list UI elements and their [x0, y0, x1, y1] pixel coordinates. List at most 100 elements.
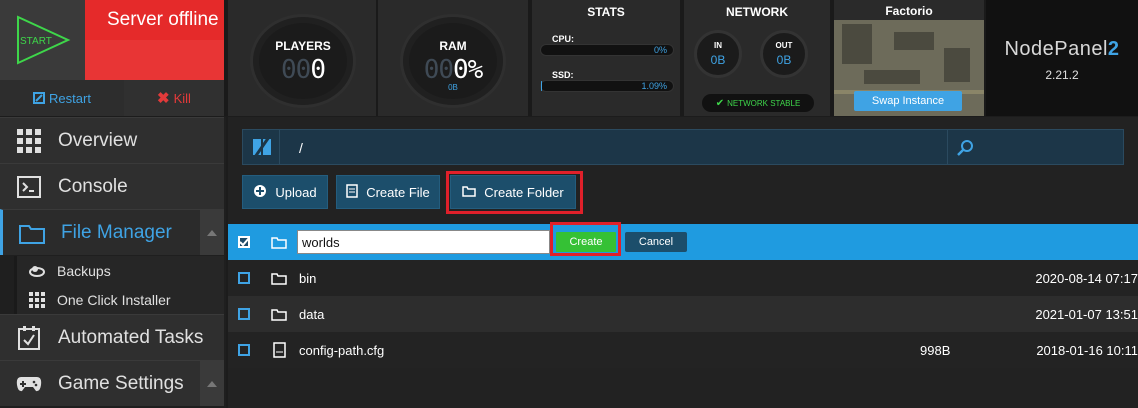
grid-icon — [17, 291, 57, 308]
game-title: Factorio — [834, 0, 984, 20]
path-bar: / — [242, 129, 1124, 165]
table-row[interactable]: data 2021-01-07 13:51 — [228, 296, 1138, 332]
swap-instance-button[interactable]: Swap Instance — [854, 91, 962, 111]
folder-icon — [270, 269, 288, 287]
players-gauge: PLAYERS 000 — [250, 14, 356, 108]
players-count: 0 — [310, 55, 326, 85]
top-bar: START Server offline Restart ✖ Kill PLAY… — [0, 0, 1138, 116]
cpu-label: CPU: — [552, 34, 574, 44]
restart-button[interactable]: Restart — [0, 80, 124, 116]
cpu-value: 0% — [653, 45, 667, 55]
ram-sub: 0B — [448, 83, 458, 92]
upload-label: Upload — [275, 184, 317, 200]
network-out: OUT 0B — [760, 30, 808, 78]
check-icon: ✔ — [715, 97, 725, 109]
brand-suffix: 2 — [1107, 38, 1120, 60]
row-checkbox[interactable] — [238, 344, 250, 356]
stats-panel: STATS CPU: 0% SSD: 1.09% — [532, 0, 680, 116]
ram-value: 000% — [403, 55, 503, 85]
play-icon: START — [16, 15, 70, 65]
upload-button[interactable]: Upload — [242, 175, 328, 209]
network-status-badge: ✔ NETWORK STABLE — [702, 94, 814, 112]
network-out-label: OUT — [775, 41, 793, 50]
new-folder-name-input[interactable] — [297, 230, 550, 254]
players-label: PLAYERS — [275, 39, 331, 53]
server-status-text: Server offline — [107, 9, 219, 30]
restart-icon — [33, 92, 46, 104]
plus-circle-icon — [253, 184, 267, 201]
network-title: NETWORK — [726, 5, 788, 19]
file-date: 2020-08-14 07:17 — [1035, 270, 1138, 286]
sidebar-item-game-settings[interactable]: Game Settings — [0, 360, 224, 406]
folder-icon — [3, 222, 61, 244]
sidebar-item-label: Automated Tasks — [58, 326, 204, 348]
table-row[interactable]: bin 2020-08-14 07:17 — [228, 260, 1138, 296]
sidebar-item-label: Overview — [58, 129, 138, 151]
ssd-label: SSD: — [552, 70, 574, 80]
sidebar-item-automated-tasks[interactable]: Automated Tasks — [0, 314, 224, 360]
network-status-text: NETWORK STABLE — [727, 98, 801, 108]
cloud-icon — [17, 265, 57, 277]
ram-dim-digits: 00 — [423, 55, 454, 85]
new-folder-row: Create Cancel — [228, 224, 1138, 260]
file-icon — [346, 183, 358, 201]
game-panel: Factorio Swap Instance — [834, 0, 984, 116]
restart-label: Restart — [49, 90, 91, 106]
stats-title: STATS — [587, 5, 625, 19]
file-manager-main: / Upload Create File Create Folder world… — [228, 117, 1138, 408]
file-size: 998B — [920, 342, 951, 358]
path-input[interactable]: / — [299, 130, 303, 164]
file-icon — [270, 341, 288, 359]
kill-button[interactable]: ✖ Kill — [124, 80, 224, 116]
brand-panel: NodePanel2 2.21.2 — [986, 0, 1138, 116]
network-in-label: IN — [714, 41, 722, 50]
chevron-up-icon[interactable] — [200, 210, 224, 255]
ram-percent: 0% — [453, 55, 483, 85]
grid-icon — [0, 128, 58, 153]
row-checkbox[interactable] — [238, 308, 250, 320]
terminal-icon — [0, 175, 58, 198]
row-checkbox[interactable] — [238, 272, 250, 284]
sidebar: Overview Console File Manager Backups On… — [0, 117, 226, 408]
status-band — [85, 40, 224, 80]
close-icon: ✖ — [157, 90, 170, 107]
file-date: 2018-01-16 10:11 — [1036, 342, 1138, 358]
ram-gauge: RAM 000% 0B — [400, 14, 506, 108]
sidebar-item-label: Console — [58, 175, 128, 197]
chevron-up-icon[interactable] — [200, 361, 224, 406]
ssd-value: 1.09% — [641, 81, 667, 91]
refresh-icon[interactable] — [249, 134, 275, 160]
create-button-highlight — [550, 222, 621, 256]
nodepanel-page: START Server offline Restart ✖ Kill PLAY… — [0, 0, 1138, 408]
sidebar-subitem-backups[interactable]: Backups — [14, 256, 224, 285]
file-name[interactable]: bin — [299, 271, 316, 286]
folder-icon — [270, 233, 288, 251]
sidebar-subitem-label: One Click Installer — [57, 291, 171, 308]
sidebar-subitem-label: Backups — [57, 262, 111, 279]
file-name[interactable]: config-path.cfg — [299, 343, 384, 358]
ssd-bar: 1.09% — [540, 80, 674, 92]
file-name[interactable]: data — [299, 307, 324, 322]
sidebar-item-label: Game Settings — [58, 372, 184, 394]
sidebar-item-console[interactable]: Console — [0, 163, 224, 209]
ram-label: RAM — [439, 39, 467, 53]
brand-version: 2.21.2 — [1045, 68, 1079, 82]
sidebar-item-file-manager[interactable]: File Manager — [0, 209, 224, 255]
folder-icon — [270, 305, 288, 323]
start-button[interactable]: START — [0, 0, 85, 80]
table-row[interactable]: config-path.cfg 998B 2018-01-16 10:11 — [228, 332, 1138, 368]
network-panel: NETWORK IN 0B OUT 0B ✔ NETWORK STABLE — [684, 0, 830, 116]
kill-label: Kill — [173, 90, 191, 106]
brand-name: NodePanel — [1004, 38, 1108, 60]
create-file-button[interactable]: Create File — [336, 175, 440, 209]
sidebar-subitem-one-click-installer[interactable]: One Click Installer — [14, 285, 224, 314]
cancel-button[interactable]: Cancel — [625, 232, 687, 252]
create-file-label: Create File — [366, 184, 430, 200]
sidebar-item-label: File Manager — [61, 221, 172, 243]
row-checkbox[interactable] — [238, 236, 250, 248]
sidebar-item-overview[interactable]: Overview — [0, 117, 224, 163]
search-icon[interactable] — [953, 136, 977, 160]
players-panel: PLAYERS 000 — [228, 0, 376, 116]
players-value: 000 — [253, 55, 353, 85]
create-folder-highlight — [446, 171, 583, 214]
